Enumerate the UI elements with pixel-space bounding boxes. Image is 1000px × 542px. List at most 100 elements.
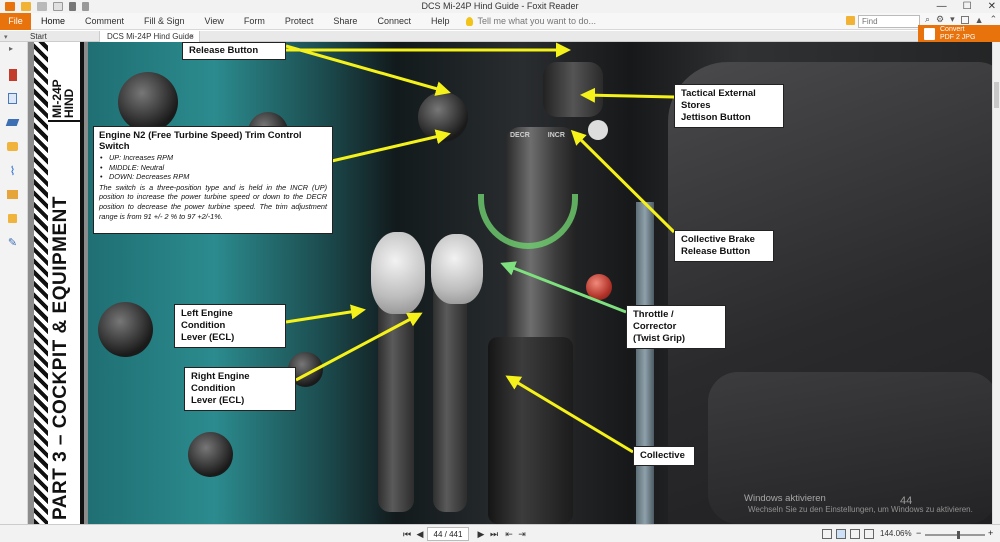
next-view-icon[interactable]: ⇥ [517, 528, 527, 540]
next-page-icon[interactable]: ▶ [476, 528, 486, 540]
ribbon-tab-bar: File Home Comment Fill & Sign View Form … [0, 12, 1000, 30]
facing-view-icon[interactable] [850, 529, 860, 539]
zoom-level[interactable]: 144.06% [880, 529, 912, 538]
status-bar: ⏮ ◀ ▶ ⏭ ⇤ ⇥ 144.06% − + [0, 524, 1000, 542]
arrow-left-ecl [285, 304, 366, 324]
first-page-icon[interactable]: ⏮ [402, 528, 412, 540]
description-body: The switch is a three-position type and … [99, 182, 327, 221]
chevron-down-icon[interactable]: ▾ [950, 14, 955, 25]
zoom-out-icon[interactable]: − [916, 528, 921, 538]
vertical-scrollbar[interactable] [992, 42, 1000, 524]
collective-brake-line2: Release Button [681, 246, 751, 257]
previous-page-icon[interactable]: ◀ [415, 528, 425, 540]
skin-icon[interactable] [960, 15, 969, 24]
single-page-view-icon[interactable] [822, 529, 832, 539]
bullet-item: DOWN: Decreases RPM [99, 172, 327, 182]
windows-activation-subtext: Wechseln Sie zu den Einstellungen, um Wi… [748, 505, 973, 514]
continuous-view-icon[interactable] [836, 529, 846, 539]
tab-fill-sign[interactable]: Fill & Sign [134, 13, 195, 30]
page-number-mark: 44 [900, 495, 913, 507]
open-folder-icon[interactable] [21, 2, 31, 11]
attachments-icon[interactable]: ⌇ [6, 164, 19, 178]
collective-brake-line1: Collective Brake [681, 234, 755, 245]
pdf-icon [924, 28, 935, 40]
zoom-slider[interactable] [925, 531, 985, 539]
tactical-jettison-callout: Tactical External Stores Jettison Button [674, 84, 784, 128]
minimize-button[interactable]: — [937, 1, 947, 12]
zoom-slider-knob[interactable] [957, 531, 960, 539]
signature-icon[interactable]: ✎ [6, 236, 19, 249]
ribbon-collapse-icon[interactable]: ⌃ [990, 14, 998, 25]
window-title: DCS Mi-24P Hind Guide - Foxit Reader [421, 1, 579, 11]
arrow-throttle [500, 261, 627, 314]
bookmarks-icon[interactable] [6, 68, 19, 81]
description-title-line1: Engine N2 (Free Turbine Speed) Trim Cont… [99, 130, 302, 141]
tab-share[interactable]: Share [323, 13, 367, 30]
pages-icon[interactable] [6, 92, 19, 105]
throttle-line1: Throttle / Corrector [633, 309, 677, 332]
redo-icon[interactable] [82, 2, 89, 11]
collective-label: Collective [640, 450, 685, 461]
tell-me-box[interactable]: Tell me what you want to do... [465, 16, 597, 26]
window-controls: — ☐ ✕ [937, 0, 996, 13]
tab-help[interactable]: Help [421, 13, 460, 30]
find-input[interactable] [858, 15, 920, 28]
trim-switch-description: Engine N2 (Free Turbine Speed) Trim Cont… [93, 126, 333, 234]
convert-label-line1: Convert [940, 26, 965, 33]
search-icon[interactable]: ⌕ [925, 14, 930, 25]
print-icon[interactable] [37, 2, 47, 11]
tab-start[interactable]: Start [5, 31, 100, 42]
last-page-icon[interactable]: ⏭ [489, 528, 499, 540]
right-ecl-line1: Right Engine Condition [191, 371, 250, 394]
tab-start-label: Start [30, 32, 47, 41]
bullet-item: UP: Increases RPM [99, 153, 327, 163]
new-document-icon[interactable] [53, 2, 63, 11]
notifications-bell-icon[interactable]: ▲ [975, 15, 984, 25]
pdf-page: PART 3 – COCKPIT & EQUIPMENT MI-24P HIND [28, 42, 993, 524]
previous-view-icon[interactable]: ⇤ [504, 528, 514, 540]
settings-gear-icon[interactable]: ⚙ [936, 14, 944, 25]
release-button-callout: Release Button [182, 42, 286, 60]
lightbulb-icon [465, 16, 473, 26]
right-ecl-callout: Right Engine Condition Lever (ECL) [184, 367, 296, 411]
tab-protect[interactable]: Protect [275, 13, 324, 30]
tab-home[interactable]: Home [31, 13, 75, 30]
collective-brake-callout: Collective Brake Release Button [674, 230, 774, 262]
undo-icon[interactable] [69, 2, 76, 11]
convert-pdf-button[interactable]: Convert PDF 2 JPG Images [918, 25, 1000, 49]
annotation-arrows [285, 42, 676, 454]
zoom-in-icon[interactable]: + [988, 528, 993, 538]
close-button[interactable]: ✕ [988, 1, 996, 12]
tab-form[interactable]: Form [234, 13, 275, 30]
arrow-collective [505, 375, 634, 454]
security-lock-icon[interactable] [6, 212, 19, 225]
content-icon[interactable] [6, 188, 19, 201]
description-bullets: UP: Increases RPM MIDDLE: Neutral DOWN: … [99, 153, 327, 182]
arrow-release-button [285, 44, 451, 96]
arrow-right-ecl [295, 312, 423, 382]
quick-access-toolbar [0, 0, 89, 13]
foxit-reader-window: DCS Mi-24P Hind Guide - Foxit Reader — ☐… [0, 0, 1000, 542]
title-bar: DCS Mi-24P Hind Guide - Foxit Reader — ☐… [0, 0, 1000, 13]
panel-expand-icon[interactable]: ▸ [9, 44, 13, 53]
scrollbar-thumb[interactable] [994, 82, 999, 108]
document-viewport[interactable]: PART 3 – COCKPIT & EQUIPMENT MI-24P HIND [28, 42, 993, 524]
file-tab[interactable]: File [0, 12, 31, 30]
left-ecl-callout: Left Engine Condition Lever (ECL) [174, 304, 286, 348]
tab-connect[interactable]: Connect [367, 13, 421, 30]
tell-me-text: Tell me what you want to do... [477, 16, 597, 26]
layers-icon[interactable] [5, 116, 20, 129]
tab-comment[interactable]: Comment [75, 13, 134, 30]
tab-dcs-guide[interactable]: DCS Mi-24P Hind Guide × [100, 31, 200, 42]
continuous-facing-view-icon[interactable] [864, 529, 874, 539]
close-tab-icon[interactable]: × [189, 31, 194, 42]
page-number-input[interactable] [427, 527, 469, 541]
app-logo-icon [5, 2, 15, 11]
left-ecl-line1: Left Engine Condition [181, 308, 233, 331]
arrow-tactical-jettison [580, 87, 675, 103]
maximize-button[interactable]: ☐ [963, 1, 972, 12]
release-button-label: Release Button [189, 45, 259, 56]
folder-star-icon[interactable] [846, 16, 855, 25]
comments-icon[interactable] [6, 140, 19, 153]
tab-view[interactable]: View [195, 13, 234, 30]
